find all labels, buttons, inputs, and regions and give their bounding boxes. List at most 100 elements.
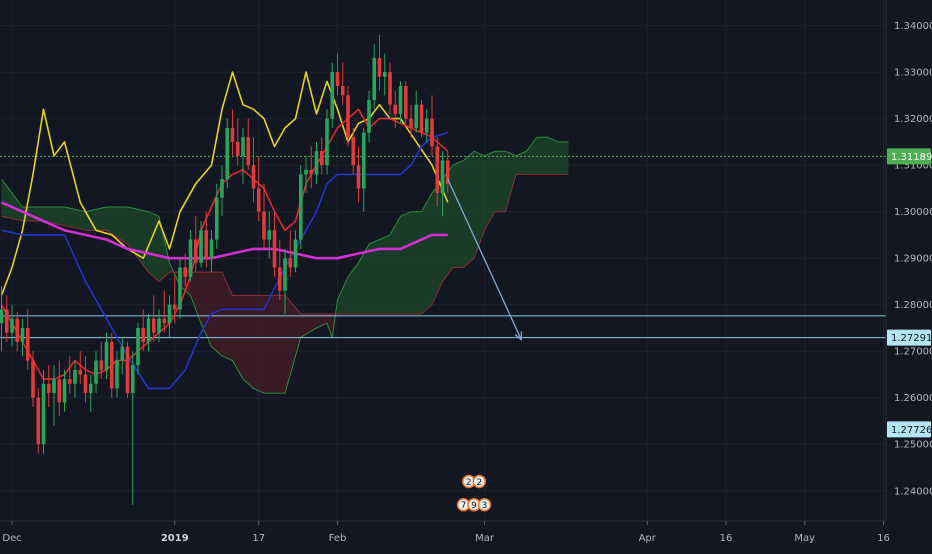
candle-body <box>214 197 219 240</box>
cloud-segment <box>463 151 474 268</box>
candle-body <box>20 327 25 342</box>
candle-body <box>57 379 62 403</box>
candle-body <box>151 318 156 333</box>
event-badge-label: 2 <box>476 478 482 488</box>
candle[interactable] <box>330 62 335 128</box>
cloud-segment <box>537 137 548 175</box>
y-tick-label: 1.28000 <box>894 300 932 311</box>
candle-body <box>309 169 314 175</box>
candle-body <box>262 211 266 240</box>
x-tick-label: 17 <box>252 533 265 544</box>
candle-body <box>430 118 434 147</box>
x-tick-label: 16 <box>720 533 733 544</box>
candle-body <box>78 369 83 375</box>
candle-body <box>435 146 440 194</box>
candle[interactable] <box>36 388 41 454</box>
x-tick-label: Mar <box>475 533 495 544</box>
candle[interactable] <box>298 165 303 249</box>
candle-body <box>172 304 177 310</box>
cloud-segment <box>495 151 506 212</box>
y-tick-label: 1.27000 <box>894 347 932 358</box>
candle[interactable] <box>109 332 114 398</box>
candle-body <box>403 86 408 119</box>
price-chart[interactable]: 2 27 9 3 1.340001.330001.320001.310001.3000… <box>0 0 932 550</box>
candle[interactable] <box>403 81 408 124</box>
candle-body <box>256 188 261 212</box>
candle-body <box>367 100 371 133</box>
price-label-text: 1.27726 <box>891 425 932 436</box>
event-badge-label: 7 <box>461 501 467 511</box>
candle-body <box>83 374 88 394</box>
candle-body <box>388 72 392 105</box>
price-label-tag[interactable]: 1.27726 <box>887 421 932 438</box>
candle-body <box>356 165 361 189</box>
event-badge-label: 3 <box>482 501 488 511</box>
candle-body <box>340 86 345 96</box>
candle-body <box>125 346 130 394</box>
candle-body <box>361 132 366 189</box>
event-badge-label: 2 <box>466 478 472 488</box>
candle-body <box>15 318 20 342</box>
candle-body <box>209 239 214 259</box>
candle-body <box>25 327 30 361</box>
candle-body <box>335 72 340 87</box>
candle-body <box>104 341 109 370</box>
candle-body <box>398 86 403 114</box>
event-badge-label: 9 <box>471 501 477 511</box>
price-label-tag[interactable]: 1.27291 <box>887 329 932 346</box>
candle-body <box>293 239 298 268</box>
candle-body <box>62 379 67 403</box>
y-tick-label: 1.29000 <box>894 254 932 265</box>
candle-body <box>88 383 93 394</box>
candle-body <box>10 318 14 333</box>
candle-body <box>314 151 319 175</box>
candle-body <box>99 360 104 370</box>
y-tick-label: 1.26000 <box>894 393 932 404</box>
event-badge[interactable]: 3 <box>477 497 492 512</box>
candle-body <box>94 360 98 384</box>
price-axis[interactable] <box>886 0 932 550</box>
cloud-segment <box>148 211 159 282</box>
candle[interactable] <box>325 109 329 175</box>
candle-body <box>157 318 161 333</box>
candle-body <box>272 230 277 268</box>
candle-body <box>319 151 324 166</box>
price-label-tag[interactable]: 1.31189 <box>887 148 932 165</box>
plot-background <box>0 0 932 550</box>
x-tick-label: 2019 <box>161 533 189 544</box>
candle-body <box>304 169 308 175</box>
event-badge[interactable]: 2 <box>472 474 486 489</box>
candle-body <box>409 118 413 128</box>
candle-body <box>204 230 209 259</box>
candle-body <box>235 141 240 156</box>
x-tick-label: May <box>794 533 815 544</box>
y-tick-label: 1.30000 <box>894 207 932 218</box>
candle[interactable] <box>125 341 130 398</box>
x-tick-label: Dec <box>2 533 21 544</box>
candle-body <box>130 365 135 394</box>
cloud-segment <box>379 234 390 314</box>
candle-body <box>393 104 398 114</box>
candle-body <box>199 230 203 263</box>
candle-body <box>246 137 251 166</box>
x-tick-label: Feb <box>329 533 347 544</box>
candle-body <box>351 137 356 166</box>
candle-body <box>162 318 167 324</box>
candle[interactable] <box>419 100 424 138</box>
candle-body <box>230 127 235 142</box>
candle-body <box>220 179 224 198</box>
candle-body <box>52 379 56 394</box>
candle-body <box>0 309 4 324</box>
candle-body <box>46 383 51 394</box>
price-label-text: 1.31189 <box>891 152 932 163</box>
candle-body <box>167 304 172 324</box>
candle-body <box>346 95 350 138</box>
y-tick-label: 1.33000 <box>894 68 932 79</box>
candle-body <box>178 267 182 310</box>
candle-body <box>31 360 35 398</box>
time-axis[interactable] <box>0 521 886 550</box>
y-tick-label: 1.32000 <box>894 114 932 125</box>
x-tick-label: Apr <box>639 533 657 544</box>
chart-container[interactable]: 22793 1.34000 1.33000 1.32000 1.31000 1.3000… <box>0 0 932 550</box>
candle[interactable] <box>225 118 230 189</box>
